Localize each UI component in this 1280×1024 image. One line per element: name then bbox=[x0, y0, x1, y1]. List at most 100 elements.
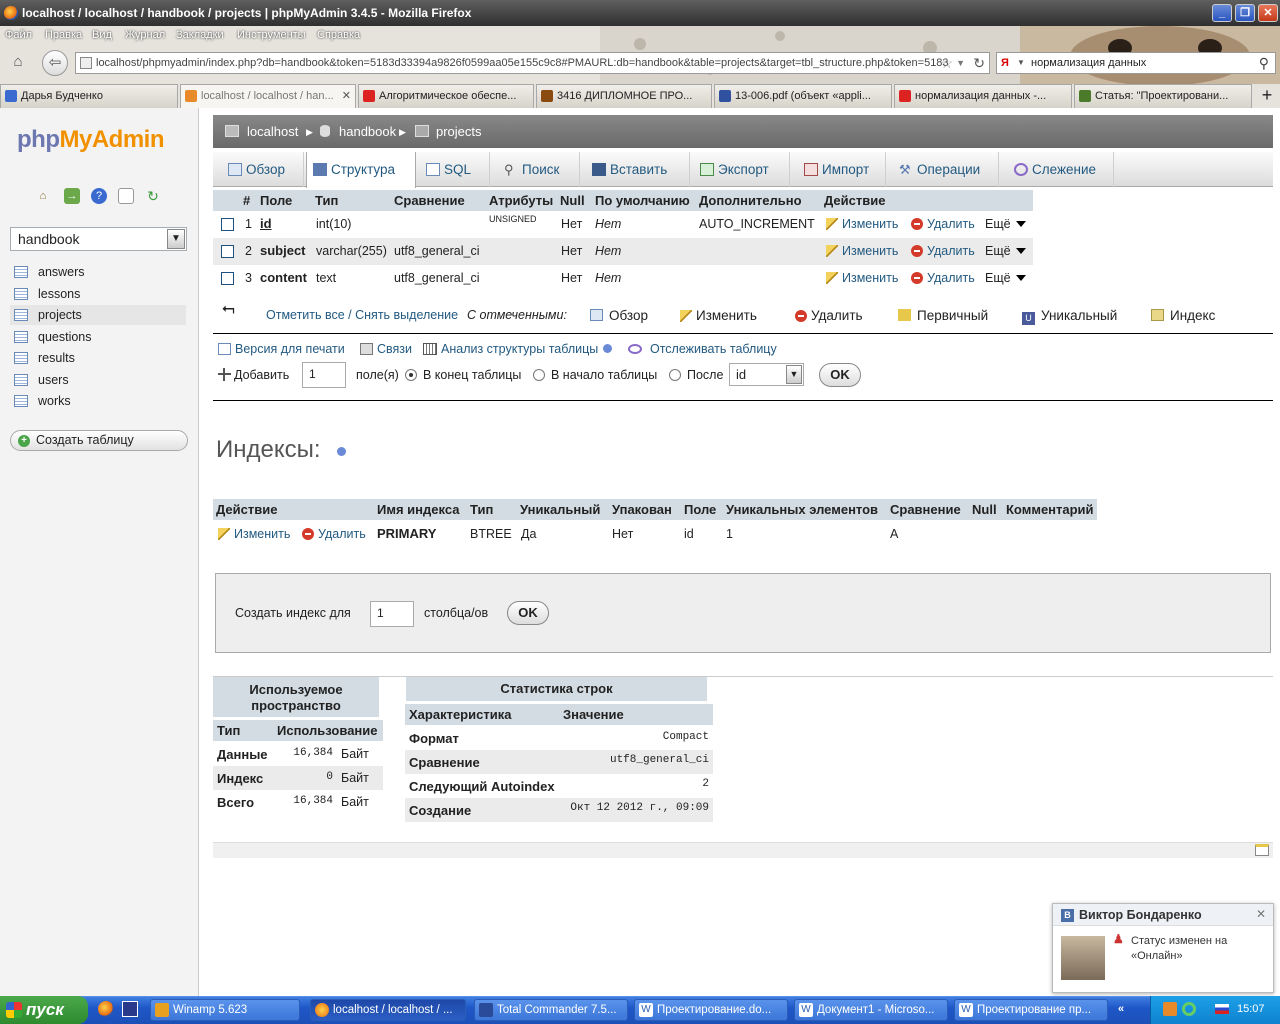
create-table-button[interactable]: + Создать таблицу bbox=[10, 430, 188, 451]
save-icon[interactable] bbox=[122, 1001, 138, 1017]
search-input[interactable]: нормализация данных bbox=[1031, 57, 1146, 69]
check-all-link[interactable]: Отметить все / Снять выделение bbox=[266, 308, 458, 322]
chevron-left-icon[interactable]: « bbox=[1118, 1003, 1124, 1015]
relations-link[interactable]: Связи bbox=[360, 342, 412, 356]
tab-structure[interactable]: Структура bbox=[306, 152, 416, 188]
tab-active[interactable]: localhost / localhost / han... ✕ bbox=[180, 84, 356, 108]
taskbar-item[interactable]: W Проектирование пр... bbox=[954, 999, 1108, 1021]
tab-search[interactable]: ⚲ Поиск bbox=[498, 152, 580, 187]
sidebar-item-lessons[interactable]: lessons bbox=[10, 284, 186, 304]
edit-link[interactable]: Изменить bbox=[826, 217, 898, 231]
add-fields-ok-button[interactable]: OK bbox=[819, 363, 861, 387]
radio-after[interactable]: После bbox=[669, 368, 723, 382]
bulk-browse-button[interactable]: Обзор bbox=[590, 308, 648, 323]
row-checkbox[interactable] bbox=[221, 245, 234, 258]
bulk-unique-button[interactable]: U Уникальный bbox=[1022, 308, 1117, 325]
delete-link[interactable]: Удалить bbox=[911, 271, 975, 285]
refresh-icon[interactable]: ↻ bbox=[145, 188, 161, 204]
taskbar-item[interactable]: W Документ1 - Microso... bbox=[794, 999, 948, 1021]
tab[interactable]: Алгоритмическое обеспе... bbox=[358, 84, 534, 108]
xampp-icon[interactable] bbox=[1163, 1002, 1177, 1016]
menu-view[interactable]: Вид bbox=[92, 29, 112, 41]
reload-icon[interactable]: ↻ bbox=[973, 53, 985, 73]
new-tab-button[interactable]: + bbox=[1255, 84, 1279, 108]
docs-icon[interactable] bbox=[118, 188, 134, 204]
close-icon[interactable]: ✕ bbox=[1256, 907, 1266, 921]
icq-icon[interactable] bbox=[1182, 1002, 1196, 1016]
maximize-button[interactable]: ❐ bbox=[1235, 4, 1255, 22]
print-view-link[interactable]: Версия для печати bbox=[218, 342, 345, 356]
index-edit-link[interactable]: Изменить bbox=[218, 527, 290, 541]
sidebar-item-answers[interactable]: answers bbox=[10, 262, 186, 282]
menu-edit[interactable]: Правка bbox=[45, 29, 82, 41]
tab[interactable]: 3416 ДИПЛОМНОЕ ПРО... bbox=[536, 84, 712, 108]
bulk-index-button[interactable]: Индекс bbox=[1151, 308, 1215, 323]
tab-insert[interactable]: Вставить bbox=[586, 152, 690, 187]
after-field-select[interactable]: id ▼ bbox=[729, 363, 804, 386]
create-index-ok-button[interactable]: OK bbox=[507, 601, 549, 625]
sidebar-item-projects[interactable]: projects bbox=[10, 305, 186, 325]
row-checkbox[interactable] bbox=[221, 272, 234, 285]
tab[interactable]: нормализация данных -... bbox=[894, 84, 1072, 108]
bulk-edit-button[interactable]: Изменить bbox=[680, 308, 757, 323]
tab-sql[interactable]: SQL bbox=[420, 152, 490, 187]
help-icon[interactable] bbox=[603, 344, 613, 353]
analyze-link[interactable]: Анализ структуры таблицы bbox=[423, 342, 613, 356]
tab-tracking[interactable]: Слежение bbox=[1008, 152, 1114, 187]
chevron-down-icon[interactable]: ▼ bbox=[956, 53, 965, 73]
language-flag-icon[interactable] bbox=[1215, 1004, 1229, 1014]
tab-export[interactable]: Экспорт bbox=[694, 152, 790, 187]
search-icon[interactable]: ⚲ bbox=[1259, 53, 1269, 73]
edit-link[interactable]: Изменить bbox=[826, 271, 898, 285]
tab-browse[interactable]: Обзор bbox=[222, 152, 304, 187]
index-delete-link[interactable]: Удалить bbox=[302, 527, 366, 541]
tab-operations[interactable]: ⚒ Операции bbox=[893, 152, 999, 187]
sidebar-item-results[interactable]: results bbox=[10, 348, 186, 368]
create-index-count-input[interactable]: 1 bbox=[370, 601, 414, 627]
database-select[interactable]: handbook ▼ bbox=[10, 227, 187, 251]
menu-history[interactable]: Журнал bbox=[125, 29, 165, 41]
radio-begin-of-table[interactable]: В начало таблицы bbox=[533, 368, 657, 382]
taskbar-item[interactable]: Total Commander 7.5... bbox=[474, 999, 628, 1021]
taskbar-item[interactable]: Winamp 5.623 bbox=[150, 999, 300, 1021]
bulk-primary-button[interactable]: Первичный bbox=[898, 308, 988, 323]
start-button[interactable]: пуск bbox=[0, 996, 88, 1024]
exit-icon[interactable]: → bbox=[64, 188, 80, 204]
sidebar-item-users[interactable]: users bbox=[10, 370, 186, 390]
sidebar-item-works[interactable]: works bbox=[10, 391, 186, 411]
radio-end-of-table[interactable]: В конец таблицы bbox=[405, 368, 521, 382]
breadcrumb-db[interactable]: handbook bbox=[339, 124, 396, 139]
star-icon[interactable]: ☆ bbox=[940, 53, 953, 73]
breadcrumb-server[interactable]: localhost bbox=[247, 124, 298, 139]
more-dropdown[interactable]: Ещё bbox=[985, 244, 1026, 258]
sidebar-item-questions[interactable]: questions bbox=[10, 327, 186, 347]
row-checkbox[interactable] bbox=[221, 218, 234, 231]
menu-tools[interactable]: Инструменты bbox=[237, 29, 306, 41]
close-tab-icon[interactable]: ✕ bbox=[342, 85, 351, 107]
more-dropdown[interactable]: Ещё bbox=[985, 217, 1026, 231]
tab-import[interactable]: Импорт bbox=[798, 152, 886, 187]
taskbar-item-active[interactable]: localhost / localhost / ... bbox=[310, 999, 466, 1021]
delete-link[interactable]: Удалить bbox=[911, 244, 975, 258]
chevron-down-icon[interactable]: ▼ bbox=[1017, 53, 1025, 73]
firefox-icon[interactable] bbox=[98, 1001, 114, 1017]
add-fields-count-input[interactable]: 1 bbox=[302, 362, 346, 388]
menu-help[interactable]: Справка bbox=[317, 29, 360, 41]
tab[interactable]: 13-006.pdf (объект «appli... bbox=[714, 84, 892, 108]
console-icon[interactable] bbox=[1255, 844, 1269, 856]
help-icon[interactable] bbox=[336, 447, 346, 456]
help-icon[interactable]: ? bbox=[91, 188, 107, 204]
minimize-button[interactable]: _ bbox=[1212, 4, 1232, 22]
home-icon[interactable]: ⌂ bbox=[35, 188, 51, 204]
notification-popup[interactable]: B Виктор Бондаренко ✕ ♟ Статус изменен н… bbox=[1052, 903, 1274, 993]
menu-bookmarks[interactable]: Закладки bbox=[176, 29, 224, 41]
back-button[interactable]: ⇦ bbox=[42, 50, 68, 76]
edit-link[interactable]: Изменить bbox=[826, 244, 898, 258]
home-icon[interactable]: ⌂ bbox=[5, 50, 31, 76]
close-button[interactable]: ✕ bbox=[1258, 4, 1278, 22]
search-bar[interactable]: Я ▼ нормализация данных ⚲ bbox=[996, 52, 1276, 74]
delete-link[interactable]: Удалить bbox=[911, 217, 975, 231]
more-dropdown[interactable]: Ещё bbox=[985, 271, 1026, 285]
track-table-link[interactable]: Отслеживать таблицу bbox=[628, 342, 777, 356]
breadcrumb-table[interactable]: projects bbox=[436, 124, 482, 139]
